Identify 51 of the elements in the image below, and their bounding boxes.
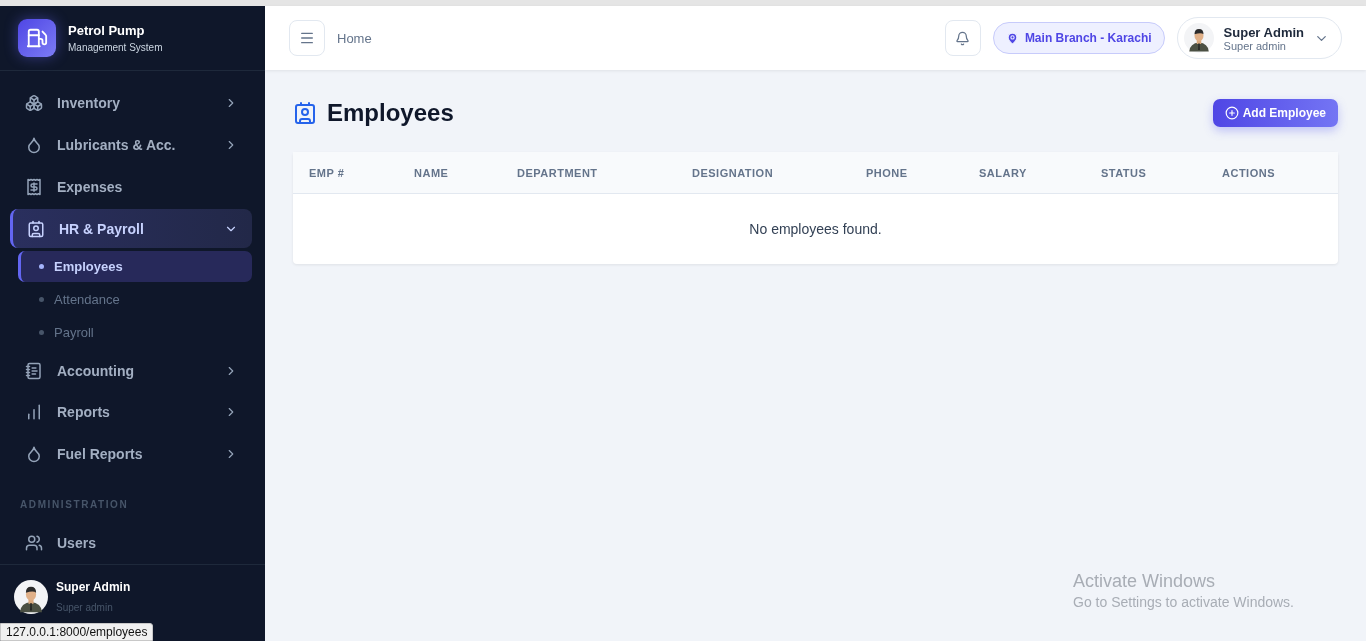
- column-header: DESIGNATION: [692, 166, 775, 179]
- nav-item[interactable]: Inventory: [10, 82, 252, 124]
- avatar-icon: [1183, 23, 1214, 53]
- nav-item[interactable]: Users: [10, 522, 252, 564]
- menu-icon: [299, 30, 315, 46]
- page-title: Employees: [327, 99, 454, 127]
- notifications-button[interactable]: [944, 20, 981, 56]
- nav-item[interactable]: Lubricants & Acc.: [10, 123, 252, 166]
- activation-title: Activate Windows: [1073, 571, 1217, 592]
- column-header: EMP #: [309, 166, 346, 179]
- user-menu-button[interactable]: Super Admin Super admin: [1176, 17, 1342, 59]
- column-header: STATUS: [1101, 166, 1148, 179]
- receipt-icon: [25, 177, 43, 196]
- notebook-icon: [25, 361, 43, 380]
- nav-item[interactable]: HR & Payroll: [10, 209, 252, 248]
- user-name: Super Admin: [56, 580, 131, 594]
- brand-subtitle: Management System: [68, 42, 163, 53]
- bar-chart-icon: [25, 403, 43, 422]
- column-header: DEPARTMENT: [517, 166, 599, 179]
- column-header: SALARY: [979, 166, 1028, 179]
- nav-item[interactable]: Fuel Reports: [10, 433, 252, 476]
- nav-item[interactable]: Reports: [10, 391, 252, 434]
- breadcrumb: Home: [337, 30, 373, 46]
- submenu-item[interactable]: Payroll: [18, 316, 252, 350]
- users-icon: [25, 534, 43, 553]
- nav-item[interactable]: Accounting: [10, 349, 252, 392]
- section-heading: ADMINISTRATION: [19, 498, 130, 513]
- brand-title: Petrol Pump: [68, 23, 146, 38]
- user-role: Super admin: [56, 602, 114, 613]
- status-url-tooltip: 127.0.0.1:8000/employees: [0, 623, 154, 641]
- menu-button[interactable]: [289, 20, 325, 56]
- id-badge-icon: [27, 219, 45, 238]
- id-badge-icon: [293, 101, 317, 125]
- branch-selector[interactable]: Main Branch - Karachi: [992, 22, 1165, 54]
- column-header: ACTIONS: [1222, 166, 1276, 179]
- avatar-icon: [14, 580, 48, 614]
- nav-item[interactable]: Expenses: [10, 165, 252, 208]
- column-header: PHONE: [866, 166, 909, 179]
- boxes-icon: [25, 93, 43, 112]
- map-pin-icon: [1005, 31, 1019, 45]
- empty-message: No employees found.: [749, 221, 882, 237]
- droplet-icon: [25, 445, 43, 464]
- droplet-icon: [25, 135, 43, 154]
- fuel-pump-logo-icon: [18, 19, 56, 57]
- submenu-item[interactable]: Attendance: [18, 282, 252, 317]
- submenu-item[interactable]: Employees: [18, 250, 252, 282]
- column-header: NAME: [414, 166, 450, 179]
- bell-icon: [955, 30, 971, 46]
- add-employee-button[interactable]: Add Employee: [1212, 99, 1338, 127]
- activation-text: Go to Settings to activate Windows.: [1073, 594, 1294, 610]
- plus-circle-icon: [1224, 106, 1239, 120]
